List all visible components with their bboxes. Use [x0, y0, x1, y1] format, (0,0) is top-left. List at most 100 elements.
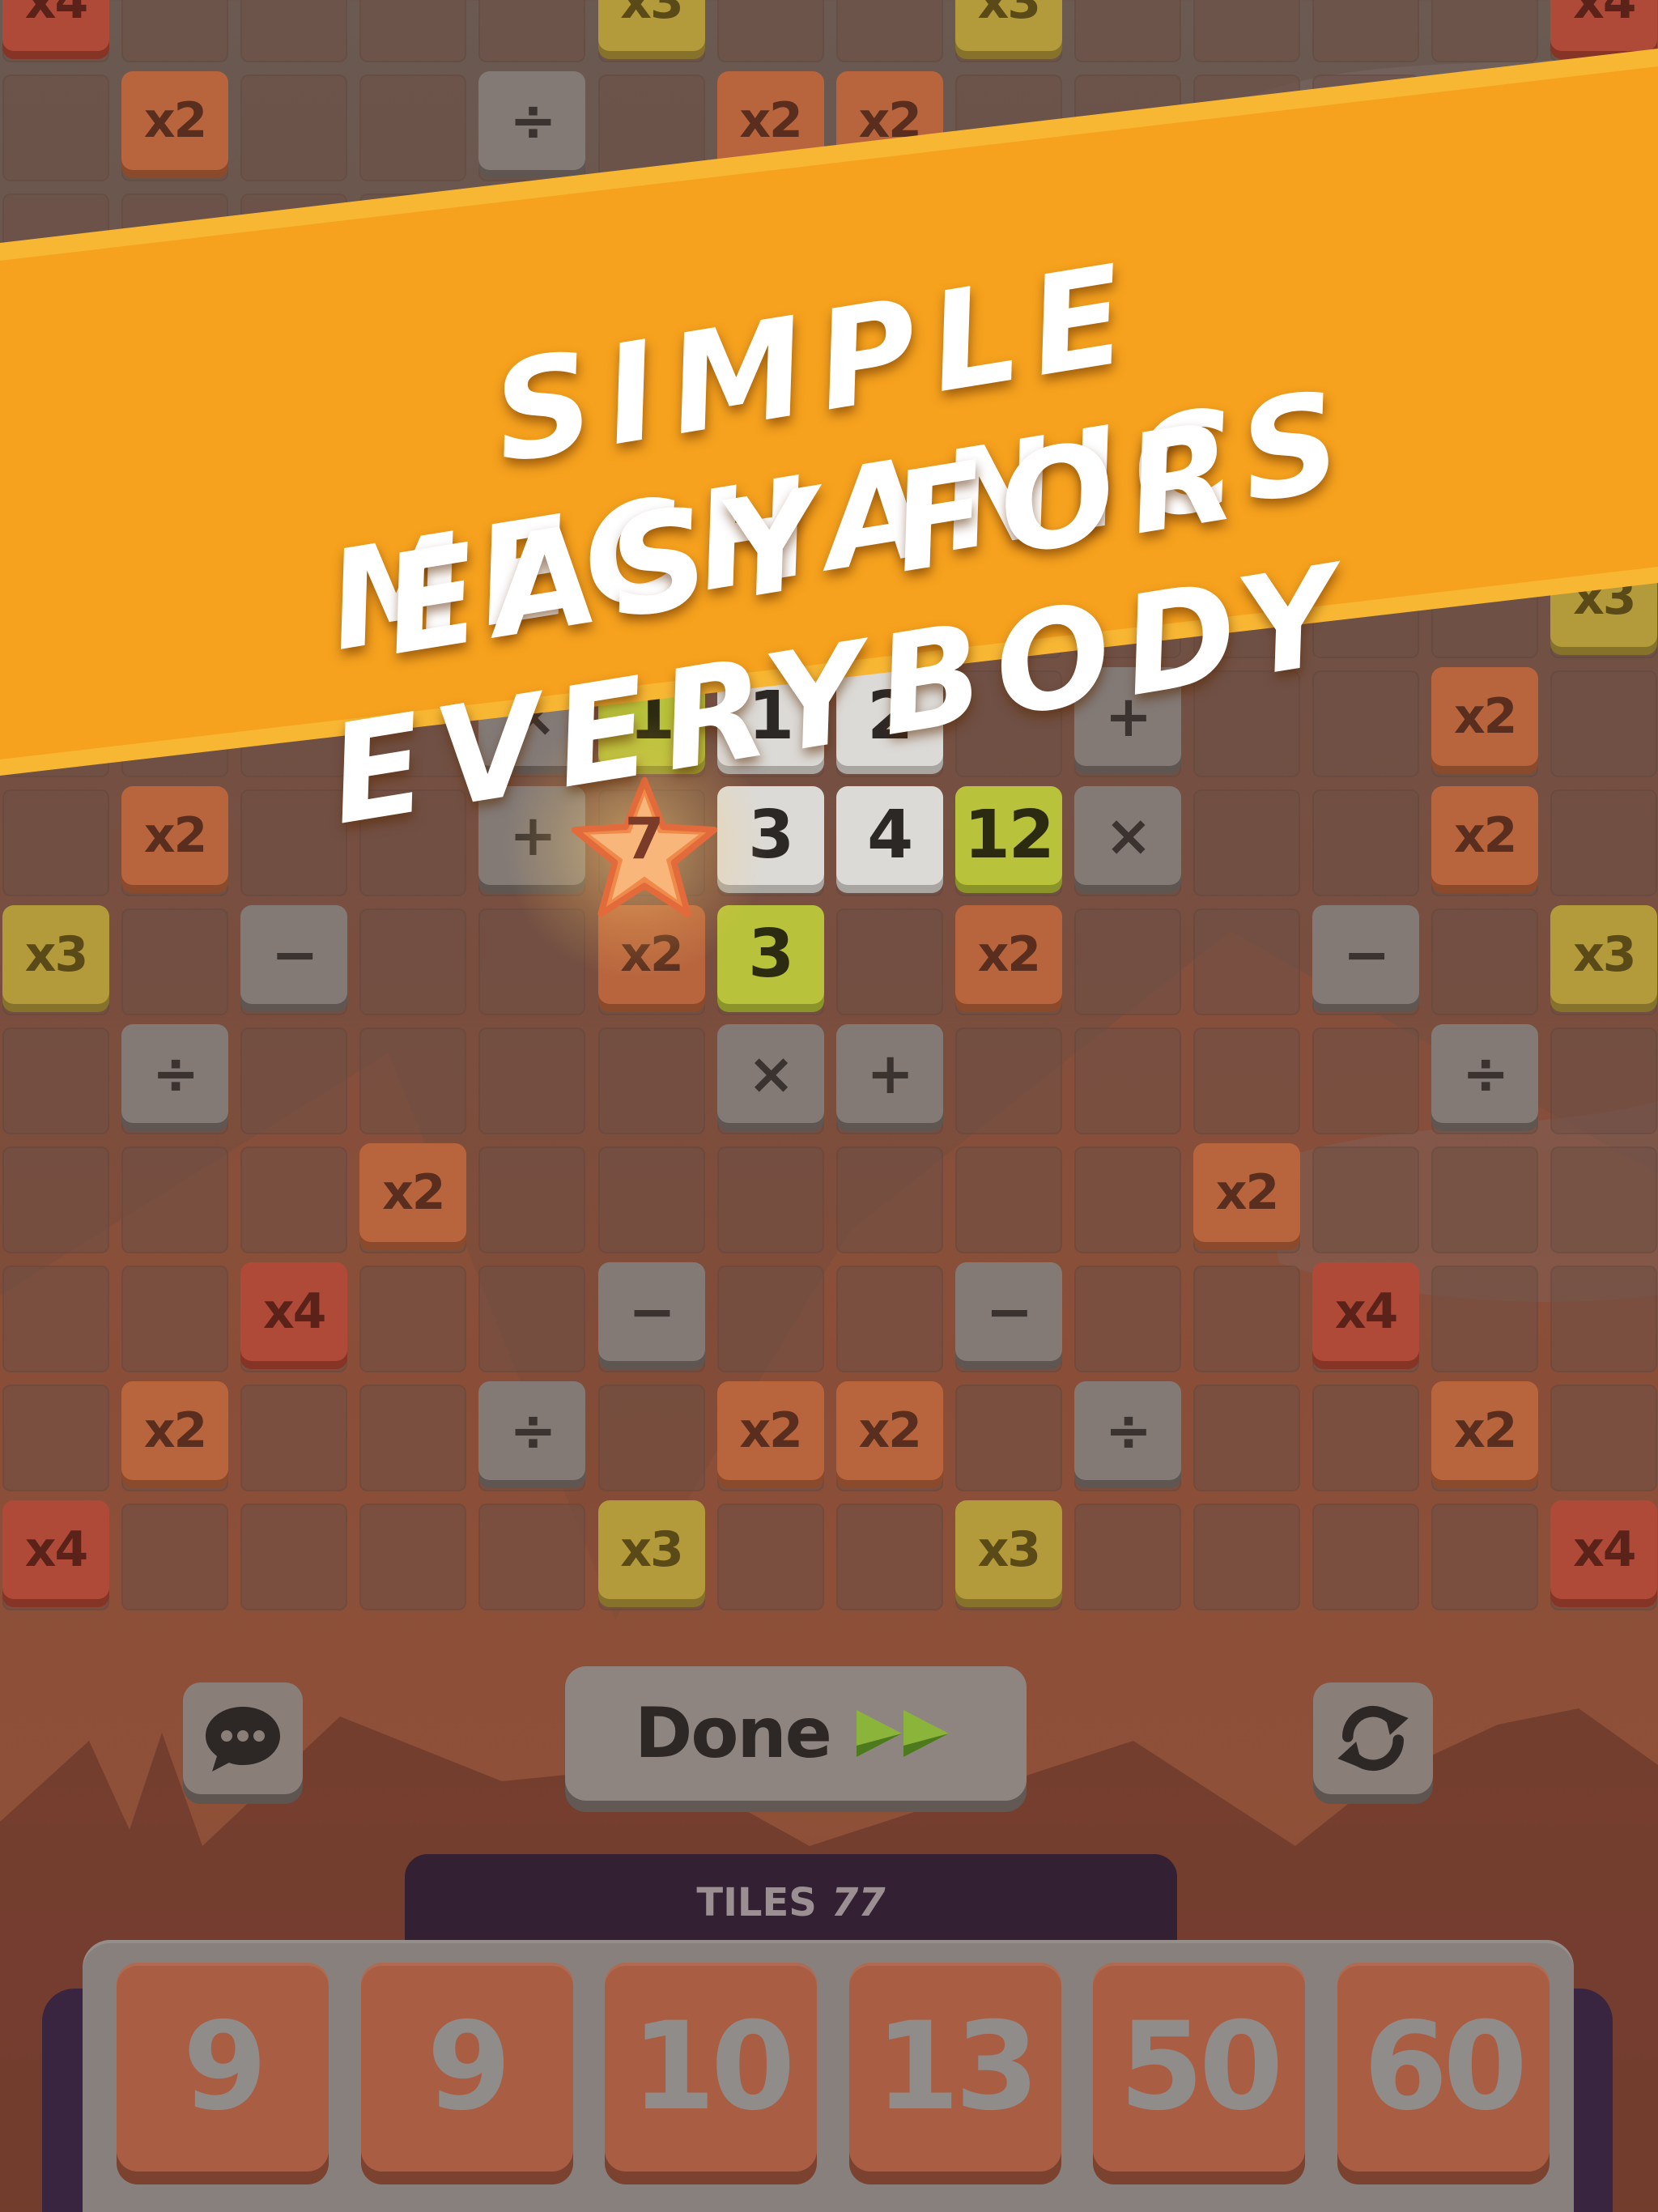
rack-tile[interactable]: 60 — [1337, 1963, 1550, 2172]
board-cell[interactable] — [1431, 1266, 1539, 1373]
board-cell[interactable] — [478, 0, 586, 62]
board-cell[interactable] — [597, 194, 705, 301]
board-cell[interactable] — [478, 1266, 586, 1373]
board-cell[interactable] — [597, 1385, 705, 1492]
board-cell[interactable] — [597, 1027, 705, 1134]
board-cell[interactable] — [954, 1385, 1062, 1492]
board-cell[interactable] — [954, 74, 1062, 182]
board-cell[interactable] — [1193, 1385, 1300, 1492]
board-cell[interactable] — [1073, 1504, 1181, 1611]
board-cell[interactable] — [1550, 789, 1658, 896]
board-cell[interactable] — [954, 1146, 1062, 1253]
board-cell[interactable] — [597, 74, 705, 182]
board-cell[interactable] — [121, 1146, 229, 1253]
board-cell[interactable] — [240, 1504, 348, 1611]
board-cell[interactable] — [121, 194, 229, 301]
board-cell[interactable] — [1073, 74, 1181, 182]
rack-tile[interactable]: 50 — [1093, 1963, 1305, 2172]
rack-tile[interactable]: 9 — [117, 1963, 329, 2172]
board-cell[interactable] — [121, 0, 229, 62]
multiplier-tile-x4: x4 — [2, 0, 109, 51]
rack-tile[interactable]: 10 — [605, 1963, 817, 2172]
operator-tile: ÷ — [478, 1381, 586, 1481]
board-cell[interactable] — [2, 194, 109, 301]
board-cell[interactable] — [1550, 1385, 1658, 1492]
rack-tile[interactable]: 13 — [848, 1963, 1061, 2172]
board-cell[interactable] — [597, 1146, 705, 1253]
board-cell[interactable] — [835, 1504, 943, 1611]
multiplier-tile-x4: x4 — [1550, 0, 1658, 51]
board-cell[interactable] — [359, 0, 467, 62]
board-cell[interactable] — [478, 1146, 586, 1253]
board-cell[interactable] — [121, 1504, 229, 1611]
board-cell[interactable] — [359, 1504, 467, 1611]
board-cell[interactable] — [716, 1504, 824, 1611]
board-cell[interactable] — [835, 1266, 943, 1373]
chat-button[interactable] — [183, 1682, 303, 1794]
board-cell[interactable] — [1312, 1504, 1420, 1611]
board-cell[interactable] — [359, 74, 467, 182]
board-cell[interactable] — [2, 1266, 109, 1373]
board-cell[interactable] — [1431, 1504, 1539, 1611]
board-cell[interactable] — [1550, 1146, 1658, 1253]
board-cell[interactable] — [835, 1146, 943, 1253]
board-cell[interactable] — [835, 0, 943, 62]
board-cell[interactable] — [2, 1146, 109, 1253]
done-button[interactable]: Done — [565, 1666, 1027, 1801]
board-cell[interactable] — [1550, 1027, 1658, 1134]
board-cell[interactable] — [240, 1385, 348, 1492]
swap-tiles-button[interactable] — [1313, 1682, 1433, 1794]
board-cell[interactable] — [478, 1504, 586, 1611]
board-cell[interactable] — [1550, 1266, 1658, 1373]
board-cell[interactable] — [1193, 74, 1300, 182]
board-cell[interactable] — [240, 1027, 348, 1134]
board-cell[interactable] — [1073, 1266, 1181, 1373]
board-cell[interactable] — [1193, 1266, 1300, 1373]
board-cell[interactable] — [1193, 1027, 1300, 1134]
board-cell[interactable] — [359, 194, 467, 301]
board-cell[interactable] — [240, 74, 348, 182]
board-cell[interactable] — [716, 1146, 824, 1253]
board-cell[interactable] — [1312, 1027, 1420, 1134]
board-cell[interactable] — [1073, 1146, 1181, 1253]
board-cell[interactable] — [1193, 908, 1300, 1015]
board-cell[interactable] — [716, 1266, 824, 1373]
rack-tile[interactable]: 9 — [360, 1963, 573, 2172]
board-cell[interactable] — [716, 0, 824, 62]
board-cell[interactable] — [1431, 908, 1539, 1015]
board-cell[interactable] — [1431, 74, 1539, 182]
operator-tile: ÷ — [1073, 1381, 1181, 1481]
board-cell[interactable] — [2, 74, 109, 182]
board-cell[interactable] — [1193, 789, 1300, 896]
board-cell[interactable] — [1431, 1146, 1539, 1253]
board-cell[interactable] — [1193, 0, 1300, 62]
board-cell[interactable] — [240, 0, 348, 62]
board-cell[interactable] — [2, 1027, 109, 1134]
board-cell[interactable] — [1312, 1385, 1420, 1492]
board-cell[interactable] — [1431, 0, 1539, 62]
board-cell[interactable] — [1550, 670, 1658, 777]
board-cell[interactable] — [359, 908, 467, 1015]
board-cell[interactable] — [1312, 74, 1420, 182]
board-cell[interactable] — [240, 194, 348, 301]
board-cell[interactable] — [478, 1027, 586, 1134]
board-cell[interactable] — [1312, 789, 1420, 896]
board-cell[interactable] — [359, 1266, 467, 1373]
operator-tile: − — [597, 1262, 705, 1362]
board-cell[interactable] — [359, 1027, 467, 1134]
board-cell[interactable] — [1073, 908, 1181, 1015]
board-cell[interactable] — [1312, 1146, 1420, 1253]
board-cell[interactable] — [240, 1146, 348, 1253]
board-cell[interactable] — [1073, 0, 1181, 62]
board-cell[interactable] — [1073, 1027, 1181, 1134]
board-cell[interactable] — [835, 908, 943, 1015]
board-cell[interactable] — [2, 1385, 109, 1492]
board-cell[interactable] — [954, 1027, 1062, 1134]
board-cell[interactable] — [478, 194, 586, 301]
board-cell[interactable] — [121, 1266, 229, 1373]
operator-tile: − — [954, 1262, 1062, 1362]
board-cell[interactable] — [359, 1385, 467, 1492]
board-cell[interactable] — [1312, 0, 1420, 62]
board-cell[interactable] — [121, 908, 229, 1015]
board-cell[interactable] — [1193, 1504, 1300, 1611]
